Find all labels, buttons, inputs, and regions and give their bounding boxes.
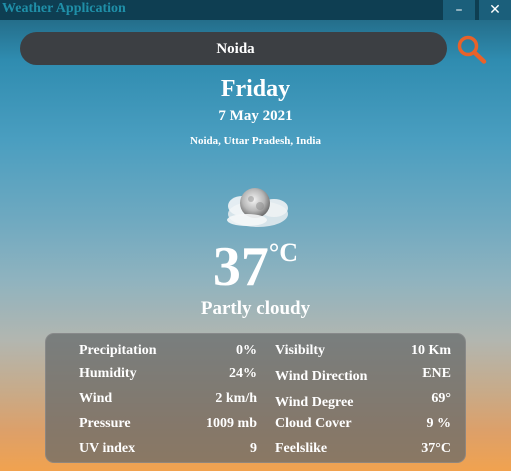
close-button[interactable]: ✕ — [479, 0, 511, 20]
close-icon: ✕ — [489, 2, 501, 18]
temperature-unit: °C — [268, 238, 299, 267]
wind-label: Wind — [79, 391, 113, 406]
temperature-value: 37 — [212, 236, 269, 298]
app-title: Weather Application — [2, 1, 126, 16]
condition-label: Partly cloudy — [200, 298, 311, 319]
pressure-label: Pressure — [79, 416, 131, 431]
feelslike-value: 37°C — [421, 441, 451, 456]
location-label: Noida, Uttar Pradesh, India — [190, 135, 321, 147]
search-bar — [20, 32, 451, 67]
cloud-cover-label: Cloud Cover — [275, 416, 352, 431]
precipitation-value: 0% — [236, 343, 257, 358]
cloud-cover-value: 9 % — [426, 416, 452, 431]
partly-cloudy-icon — [227, 188, 288, 227]
details-panel: Precipitation 0% Humidity 24% Wind 2 km/… — [45, 333, 466, 463]
wind-value: 2 km/h — [215, 391, 257, 406]
title-bar: Weather Application – ✕ — [0, 0, 511, 20]
visibility-label: Visibilty — [275, 343, 326, 358]
wind-direction-value: ENE — [422, 366, 451, 381]
date-label: 7 May 2021 — [218, 108, 293, 124]
precipitation-label: Precipitation — [79, 343, 157, 358]
search-icon — [457, 35, 487, 64]
temperature-display: 37°C — [0, 232, 511, 302]
wind-degree-label: Wind Degree — [275, 395, 354, 410]
feelslike-label: Feelslike — [275, 441, 328, 456]
visibility-value: 10 Km — [410, 343, 451, 358]
search-input[interactable] — [20, 32, 451, 67]
wind-direction-label: Wind Direction — [275, 369, 368, 384]
search-button[interactable] — [456, 34, 488, 64]
pressure-value: 1009 mb — [206, 416, 257, 431]
uv-index-value: 9 — [250, 441, 257, 456]
uv-index-label: UV index — [79, 441, 136, 456]
humidity-label: Humidity — [79, 366, 137, 381]
minimize-icon: – — [455, 2, 463, 18]
humidity-value: 24% — [229, 366, 257, 381]
day-label: Friday — [220, 76, 291, 102]
wind-degree-value: 69° — [431, 391, 451, 406]
minimize-button[interactable]: – — [443, 0, 475, 20]
